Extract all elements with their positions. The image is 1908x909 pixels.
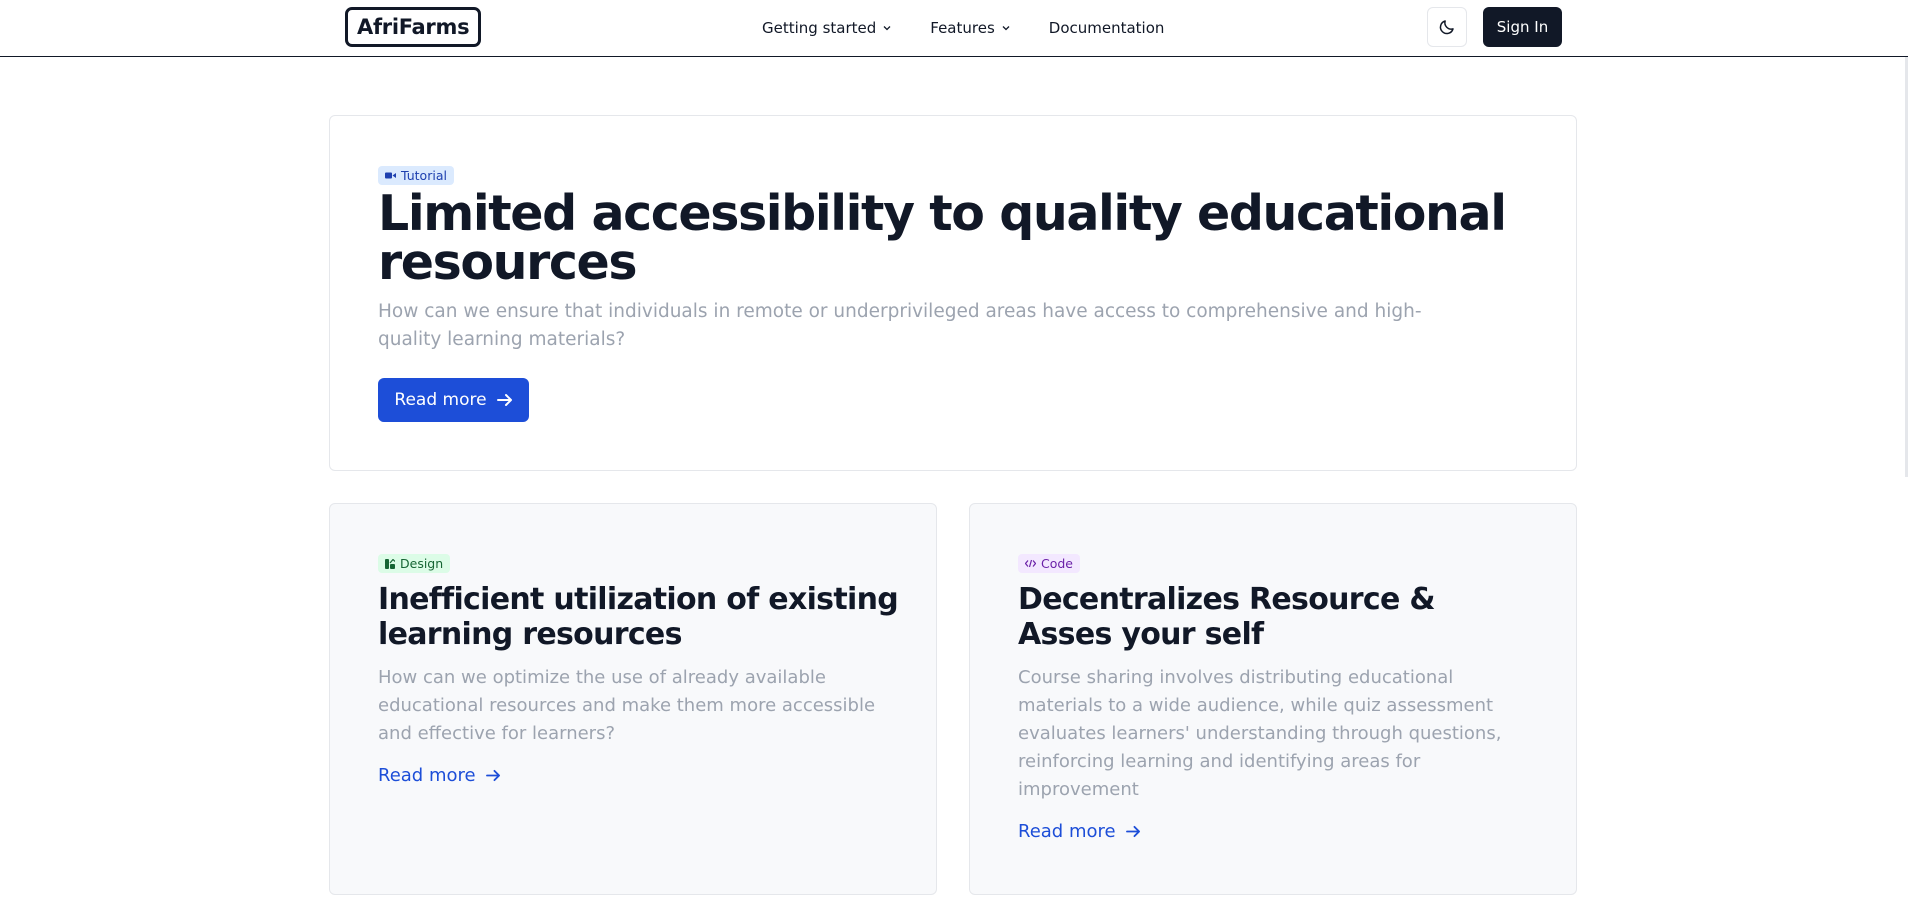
moon-icon: [1439, 20, 1454, 35]
read-more-label: Read more: [378, 765, 476, 786]
tutorial-badge: Tutorial: [378, 166, 454, 185]
design-icon: [385, 558, 395, 569]
tutorial-badge-label: Tutorial: [401, 168, 447, 183]
chevron-down-icon: [883, 26, 891, 31]
arrow-right-icon: [485, 769, 500, 782]
logo[interactable]: AfriFarms: [345, 7, 482, 47]
card-title: Inefficient utilization of existing lear…: [378, 582, 899, 652]
sign-in-button[interactable]: Sign In: [1483, 7, 1562, 47]
design-badge-label: Design: [400, 556, 444, 571]
card-description: Course sharing involves distributing edu…: [1018, 667, 1502, 800]
chevron-down-icon: [1002, 26, 1010, 31]
code-badge-label: Code: [1041, 556, 1074, 571]
top-navbar: AfriFarms Getting started Features Docum…: [0, 0, 1908, 57]
code-card: Code Decentralizes Resource & Asses your…: [969, 503, 1577, 895]
main-nav: Getting started Features Documentation: [762, 0, 1164, 56]
nav-documentation-label: Documentation: [1048, 19, 1165, 37]
nav-getting-started[interactable]: Getting started: [762, 19, 892, 37]
hero-title: Limited accessibility to quality educati…: [378, 185, 1507, 291]
nav-getting-started-label: Getting started: [762, 19, 877, 37]
card-title: Decentralizes Resource & Asses your self: [1018, 582, 1435, 652]
theme-toggle-button[interactable]: [1427, 7, 1467, 47]
design-card: Design Inefficient utilization of existi…: [329, 503, 937, 895]
hero-description: How can we ensure that individuals in re…: [378, 301, 1422, 350]
design-badge: Design: [378, 554, 451, 573]
arrow-right-icon: [1125, 825, 1140, 838]
hero-read-more-label: Read more: [394, 390, 487, 410]
hero-read-more-button[interactable]: Read more: [378, 378, 529, 422]
nav-features[interactable]: Features: [930, 19, 1011, 37]
code-read-more-link[interactable]: Read more: [1018, 821, 1141, 842]
design-read-more-link[interactable]: Read more: [378, 765, 501, 786]
code-badge: Code: [1018, 554, 1081, 573]
card-description: How can we optimize the use of already a…: [378, 667, 876, 744]
read-more-label: Read more: [1018, 821, 1116, 842]
hero-card: Tutorial Limited accessibility to qualit…: [329, 115, 1577, 471]
arrow-right-icon: [496, 394, 512, 406]
code-icon: [1025, 559, 1036, 568]
video-camera-icon: [385, 172, 396, 179]
nav-features-label: Features: [930, 19, 995, 37]
nav-documentation[interactable]: Documentation: [1049, 19, 1165, 37]
